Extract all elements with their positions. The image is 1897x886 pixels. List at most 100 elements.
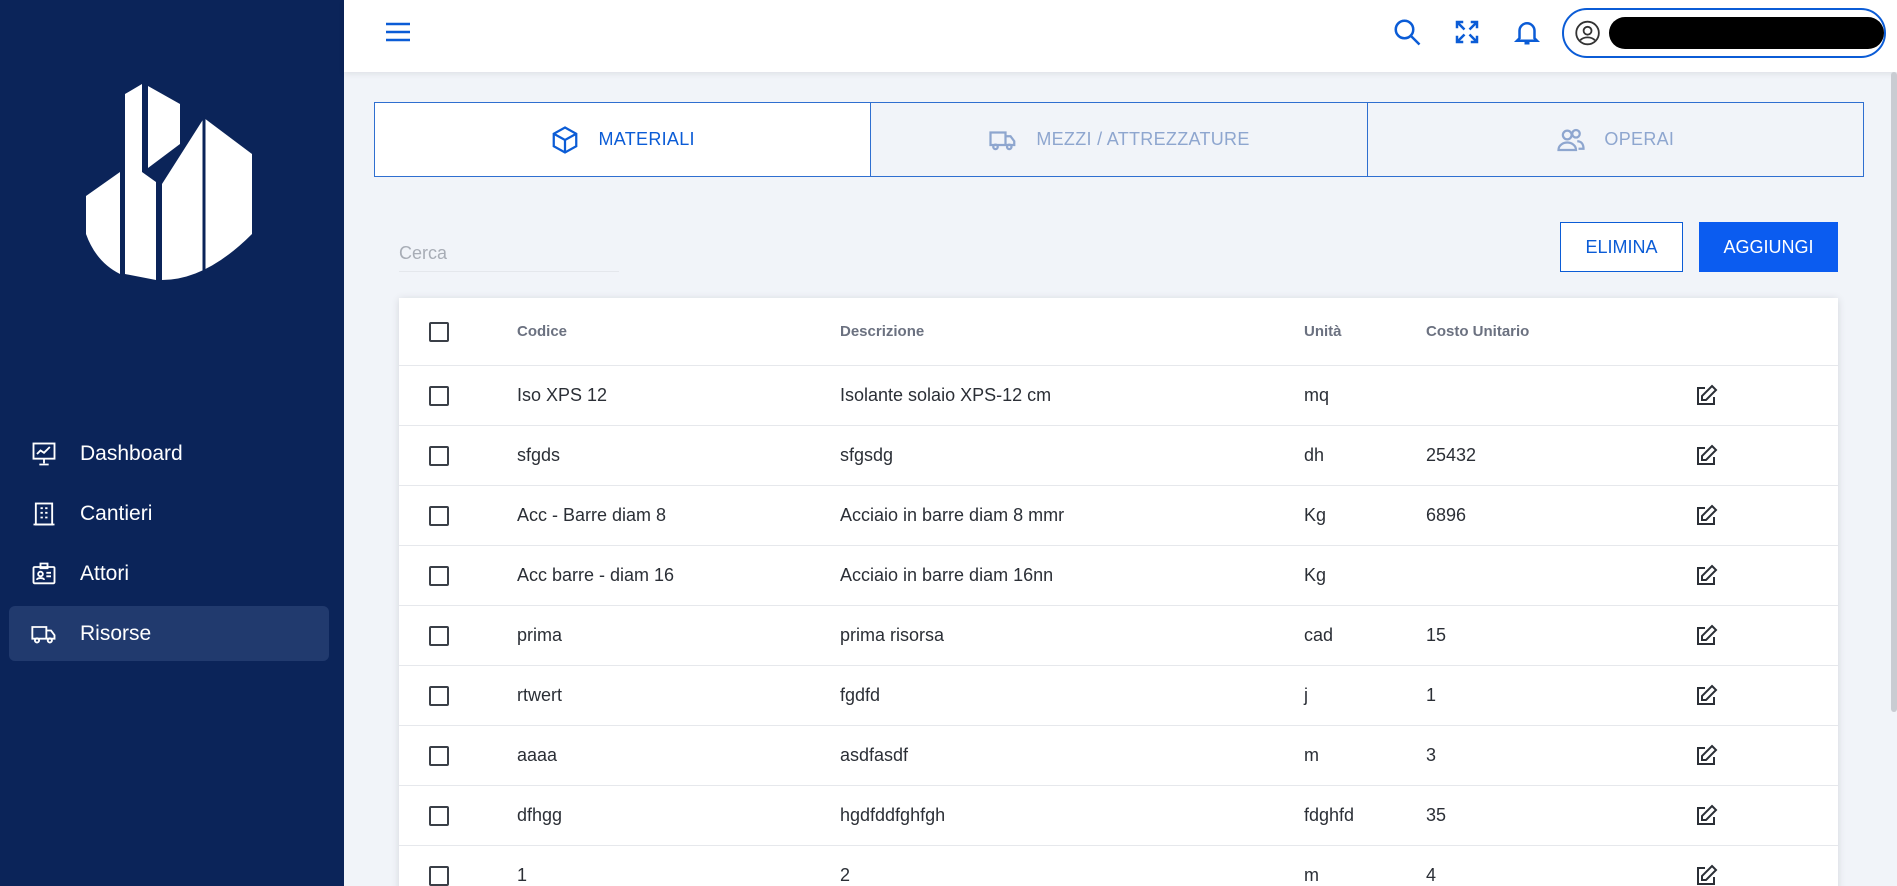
column-header-unita[interactable]: Unità — [1304, 323, 1426, 340]
sidebar-item-label: Risorse — [80, 621, 152, 645]
cell-costo-unitario: 15 — [1426, 625, 1447, 645]
table-header: Codice Descrizione Unità Costo Unitario — [399, 298, 1838, 366]
edit-icon[interactable] — [1694, 804, 1718, 828]
table-row[interactable]: Iso XPS 12 Isolante solaio XPS-12 cm mq — [399, 366, 1838, 426]
tab-materiali[interactable]: MATERIALI — [374, 102, 872, 177]
cell-descrizione: Acciaio in barre diam 16nn — [840, 565, 1054, 585]
table-row[interactable]: 1 2 m 4 — [399, 846, 1838, 886]
logo-buildings-icon — [86, 84, 252, 280]
row-checkbox[interactable] — [429, 805, 449, 826]
cell-descrizione: hgdfddfghfgh — [840, 805, 946, 825]
edit-icon[interactable] — [1694, 444, 1718, 468]
sidebar-item-risorse[interactable]: Risorse — [9, 606, 329, 661]
row-checkbox[interactable] — [429, 445, 449, 466]
edit-icon[interactable] — [1694, 744, 1718, 768]
select-all-checkbox[interactable] — [429, 321, 449, 342]
id-card-icon — [32, 562, 56, 584]
cell-unita: j — [1304, 685, 1308, 705]
presentation-chart-icon — [32, 442, 56, 465]
delete-button[interactable]: ELIMINA — [1560, 222, 1683, 272]
sidebar-item-label: Attori — [80, 561, 130, 585]
sidebar-item-attori[interactable]: Attori — [9, 546, 329, 601]
cell-costo-unitario: 3 — [1426, 745, 1437, 765]
row-checkbox[interactable] — [429, 745, 449, 766]
tab-label: OPERAI — [1604, 129, 1675, 149]
cell-unita: Kg — [1304, 565, 1327, 585]
edit-icon[interactable] — [1694, 504, 1718, 528]
cube-icon — [553, 125, 578, 154]
user-name — [1609, 17, 1884, 49]
bell-icon[interactable] — [1512, 17, 1542, 47]
cell-costo-unitario: 4 — [1426, 865, 1437, 885]
sidebar-item-label: Dashboard — [80, 441, 183, 465]
cell-descrizione: sfgsdg — [840, 445, 894, 465]
row-checkbox[interactable] — [429, 685, 449, 706]
fullscreen-icon[interactable] — [1452, 17, 1482, 47]
menu-icon[interactable] — [384, 20, 412, 44]
cell-unita: Kg — [1304, 505, 1327, 525]
tab-mezzi-attrezzature[interactable]: MEZZI / ATTREZZATURE — [871, 102, 1368, 177]
table-row[interactable]: dfhgg hgdfddfghfgh fdghfd 35 — [399, 786, 1838, 846]
resource-tabs: MATERIALI MEZZI / ATTREZZATURE OPERAI — [374, 102, 1864, 177]
cell-descrizione: asdfasdf — [840, 745, 909, 765]
table-row[interactable]: aaaa asdfasdf m 3 — [399, 726, 1838, 786]
table-row[interactable]: Acc barre - diam 16 Acciaio in barre dia… — [399, 546, 1838, 606]
sidebar-nav: Dashboard Cantieri Attori Risorse — [9, 426, 329, 666]
search-input[interactable] — [399, 236, 619, 272]
cell-costo-unitario: 35 — [1426, 805, 1447, 825]
column-header-descrizione[interactable]: Descrizione — [840, 323, 1304, 340]
edit-icon[interactable] — [1694, 684, 1718, 708]
user-menu[interactable] — [1562, 8, 1886, 58]
tab-operai[interactable]: OPERAI — [1367, 102, 1864, 177]
row-checkbox[interactable] — [429, 505, 449, 526]
column-header-costo-unitario[interactable]: Costo Unitario — [1426, 323, 1694, 340]
cell-descrizione: prima risorsa — [840, 625, 945, 645]
cell-unita: cad — [1304, 625, 1334, 645]
users-icon — [1557, 128, 1586, 151]
sidebar-item-cantieri[interactable]: Cantieri — [9, 486, 329, 541]
table-row[interactable]: Acc - Barre diam 8 Acciaio in barre diam… — [399, 486, 1838, 546]
edit-icon[interactable] — [1694, 384, 1718, 408]
cell-unita: dh — [1304, 445, 1325, 465]
materials-table: Codice Descrizione Unità Costo Unitario … — [399, 298, 1838, 886]
tab-label: MATERIALI — [598, 129, 695, 149]
row-checkbox[interactable] — [429, 865, 449, 886]
sidebar: Dashboard Cantieri Attori Risorse — [0, 0, 344, 886]
truck-icon — [31, 625, 56, 643]
edit-icon[interactable] — [1694, 624, 1718, 648]
table-row[interactable]: prima prima risorsa cad 15 — [399, 606, 1838, 666]
top-header — [344, 0, 1897, 72]
cell-codice: sfgds — [517, 445, 561, 465]
edit-icon[interactable] — [1694, 564, 1718, 588]
cell-codice: prima — [517, 625, 563, 645]
cell-codice: Acc barre - diam 16 — [517, 565, 675, 585]
table-row[interactable]: sfgds sfgsdg dh 25432 — [399, 426, 1838, 486]
cell-descrizione: 2 — [840, 865, 851, 885]
cell-codice: aaaa — [517, 745, 558, 765]
cell-unita: mq — [1304, 385, 1330, 405]
cell-costo-unitario: 1 — [1426, 685, 1437, 705]
cell-costo-unitario: 6896 — [1426, 505, 1467, 525]
add-button[interactable]: AGGIUNGI — [1699, 222, 1838, 272]
cell-unita: m — [1304, 745, 1319, 765]
cell-descrizione: Acciaio in barre diam 8 mmr — [840, 505, 1065, 525]
cell-unita: m — [1304, 865, 1319, 885]
table-body: Iso XPS 12 Isolante solaio XPS-12 cm mq … — [399, 366, 1838, 886]
page-scrollbar[interactable] — [1891, 72, 1897, 712]
cell-codice: Iso XPS 12 — [517, 385, 608, 405]
edit-icon[interactable] — [1694, 864, 1718, 886]
user-circle-icon — [1575, 20, 1600, 46]
column-header-codice[interactable]: Codice — [517, 323, 840, 340]
row-checkbox[interactable] — [429, 385, 449, 406]
cell-unita: fdghfd — [1304, 805, 1355, 825]
row-checkbox[interactable] — [429, 625, 449, 646]
cell-codice: Acc - Barre diam 8 — [517, 505, 667, 525]
row-checkbox[interactable] — [429, 565, 449, 586]
cell-codice: 1 — [517, 865, 528, 885]
search-icon[interactable] — [1392, 17, 1422, 47]
cell-codice: rtwert — [517, 685, 562, 705]
table-row[interactable]: rtwert fgdfd j 1 — [399, 666, 1838, 726]
sidebar-item-label: Cantieri — [80, 501, 153, 525]
truck-icon — [989, 130, 1016, 150]
sidebar-item-dashboard[interactable]: Dashboard — [9, 426, 329, 481]
